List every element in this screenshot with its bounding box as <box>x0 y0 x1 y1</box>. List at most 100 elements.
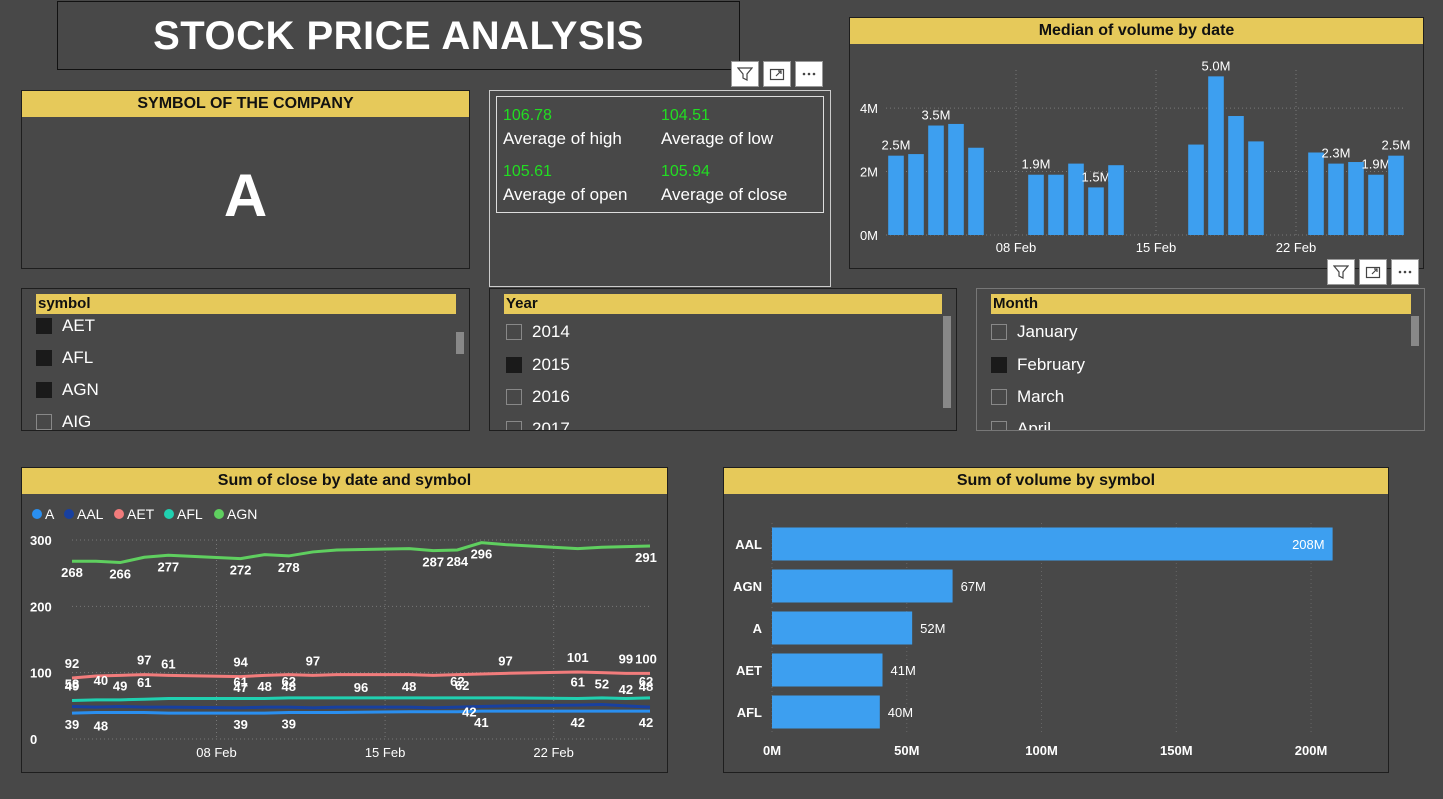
category-label: AET <box>736 663 762 678</box>
series-line <box>71 703 651 710</box>
slicer-item[interactable]: AFL <box>36 348 93 368</box>
more-options-icon[interactable] <box>1391 259 1419 285</box>
checkbox[interactable] <box>36 318 52 334</box>
scrollbar[interactable] <box>456 332 464 354</box>
checkbox[interactable] <box>991 324 1007 340</box>
bar <box>1368 174 1384 235</box>
bar <box>1108 165 1124 235</box>
slicer-item[interactable]: 2014 <box>506 322 570 342</box>
data-label: 40 <box>94 673 108 688</box>
data-label: 97 <box>137 653 151 668</box>
data-label: 97 <box>306 653 320 668</box>
legend-label: AFL <box>177 506 203 522</box>
checkbox[interactable] <box>991 421 1007 430</box>
data-label: 268 <box>61 565 83 580</box>
legend-marker <box>32 509 42 519</box>
kpi-card[interactable]: 106.78 Average of high 104.51 Average of… <box>489 90 831 287</box>
legend-marker <box>64 509 74 519</box>
slicer-item[interactable]: 2017 <box>506 419 570 430</box>
x-tick-label: 50M <box>894 743 919 758</box>
scrollbar[interactable] <box>1411 316 1419 346</box>
legend-label: A <box>45 506 55 522</box>
kpi-avg-low: 104.51 Average of low <box>661 107 773 149</box>
data-label: 61 <box>137 675 151 690</box>
data-label: 48 <box>257 679 271 694</box>
volume-bar-chart[interactable]: Sum of volume by symbol 0M 50M 100M 150M 200… <box>723 467 1389 773</box>
year-slicer[interactable]: Year 2014 2015 2016 2017 <box>489 288 957 431</box>
bar <box>1048 174 1064 235</box>
slicer-item[interactable]: AGN <box>36 380 99 400</box>
data-label: 48 <box>402 679 416 694</box>
checkbox[interactable] <box>36 414 52 430</box>
bar <box>1388 155 1404 235</box>
slicer-item[interactable]: April <box>991 419 1051 430</box>
checkbox[interactable] <box>506 324 522 340</box>
data-label: 49 <box>65 678 79 693</box>
slicer-item[interactable]: 2015 <box>506 355 570 375</box>
data-label: 61 <box>571 675 585 690</box>
data-label: 5.0M <box>1202 58 1231 73</box>
slicer-item[interactable]: 2016 <box>506 387 570 407</box>
bar <box>1228 116 1244 235</box>
series-line <box>71 709 650 715</box>
filter-icon[interactable] <box>731 61 759 87</box>
symbol-card: SYMBOL OF THE COMPANY A <box>21 90 470 269</box>
x-tick-label: 22 Feb <box>533 745 573 760</box>
median-volume-chart[interactable]: Median of volume by date 0M 2M 4M 08 Feb 15 … <box>849 17 1424 269</box>
checkbox[interactable] <box>506 357 522 373</box>
checkbox[interactable] <box>506 421 522 430</box>
data-label: 67M <box>961 579 986 594</box>
data-label: 2.5M <box>1382 138 1411 153</box>
slicer-item[interactable]: March <box>991 387 1064 407</box>
category-label: A <box>753 621 763 636</box>
data-label: 2.5M <box>882 138 911 153</box>
checkbox[interactable] <box>36 382 52 398</box>
y-tick-label: 4M <box>860 101 878 116</box>
bar <box>1348 162 1364 235</box>
data-label: 42 <box>571 715 585 730</box>
bar <box>968 147 984 235</box>
slicer-item[interactable]: AIG <box>36 412 92 431</box>
data-label: 47 <box>233 680 247 695</box>
data-label: 40M <box>888 705 913 720</box>
bar <box>772 611 913 645</box>
close-line-chart[interactable]: Sum of close by date and symbol A AAL AET A… <box>21 467 668 773</box>
data-label: 296 <box>471 547 493 562</box>
checkbox[interactable] <box>36 350 52 366</box>
slicer-item[interactable]: February <box>991 355 1085 375</box>
checkbox[interactable] <box>506 389 522 405</box>
x-tick-label: 15 Feb <box>1136 240 1176 255</box>
bar <box>928 125 944 235</box>
slicer-item[interactable]: January <box>991 322 1077 342</box>
category-label: AAL <box>735 537 762 552</box>
filter-icon[interactable] <box>1327 259 1355 285</box>
month-slicer[interactable]: Month January February March April <box>976 288 1425 431</box>
data-label: 208M <box>1292 537 1325 552</box>
data-label: 39 <box>282 716 296 731</box>
legend-marker <box>114 509 124 519</box>
slicer-header: Month <box>991 294 1411 314</box>
data-label: 42 <box>639 715 653 730</box>
median-volume-plot: 0M 2M 4M 08 Feb 15 Feb 22 Feb 2.5M 3.5M 1.9M 1.5M… <box>860 58 1411 255</box>
x-tick-label: 200M <box>1295 743 1328 758</box>
scrollbar[interactable] <box>943 316 951 408</box>
x-tick-label: 15 Feb <box>365 745 405 760</box>
focus-mode-icon[interactable] <box>763 61 791 87</box>
data-label: 48 <box>94 718 108 733</box>
focus-mode-icon[interactable] <box>1359 259 1387 285</box>
symbol-slicer[interactable]: symbol AET AFL AGN AIG <box>21 288 470 431</box>
checkbox[interactable] <box>991 357 1007 373</box>
bar <box>772 527 1333 561</box>
slicer-item[interactable]: AET <box>36 316 95 336</box>
slicer-item-label: AIG <box>62 412 92 431</box>
checkbox[interactable] <box>991 389 1007 405</box>
data-label: 52M <box>920 621 945 636</box>
kpi-box: 106.78 Average of high 104.51 Average of… <box>496 96 824 213</box>
chart-title: Sum of volume by symbol <box>724 468 1388 494</box>
more-options-icon[interactable] <box>795 61 823 87</box>
y-tick-label: 2M <box>860 165 878 180</box>
series-line <box>71 696 651 703</box>
data-label: 99 <box>619 651 633 666</box>
kpi-value: 104.51 <box>661 107 710 124</box>
x-tick-label: 100M <box>1025 743 1058 758</box>
